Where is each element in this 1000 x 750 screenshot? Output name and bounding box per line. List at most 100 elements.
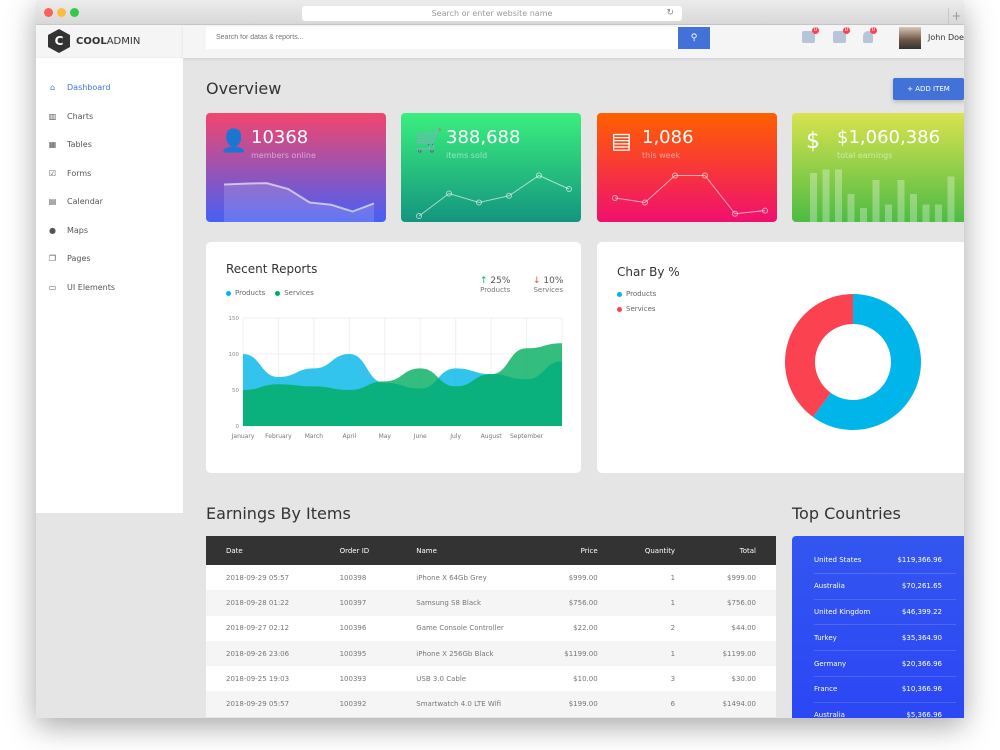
- sidebar-item-label: Tables: [67, 140, 92, 149]
- browser-titlebar: Search or enter website name ↻ +: [36, 0, 964, 25]
- page-title: Overview: [206, 79, 282, 98]
- table-row[interactable]: 2018-09-25 19:03 100393 USB 3.0 Cable $10.0…: [206, 666, 776, 692]
- table-cell: 100398: [319, 565, 397, 591]
- stat-card: 🛒 388,688 items sold: [401, 113, 581, 222]
- sidebar-item-label: Pages: [67, 254, 91, 263]
- sidebar-item-maps[interactable]: ● Maps: [48, 226, 88, 235]
- add-item-button[interactable]: + ADD ITEM: [893, 78, 964, 100]
- sidebar-icon: ●: [49, 225, 56, 235]
- sidebar-icon: ⌂: [49, 83, 56, 92]
- mini-bar: [947, 176, 955, 222]
- sidebar-item-dashboard[interactable]: ⌂ Dashboard: [48, 83, 110, 92]
- y-tick-label: 150: [229, 316, 240, 322]
- address-placeholder: Search or enter website name: [431, 9, 553, 18]
- column-header[interactable]: Total: [695, 536, 776, 565]
- table-cell: $756.00: [695, 590, 776, 616]
- sidebar-item-ui-elements[interactable]: ▭ UI Elements: [48, 283, 115, 292]
- stat-value: 10368: [251, 127, 309, 148]
- table-cell: 100395: [319, 640, 397, 667]
- earnings-title: Earnings By Items: [206, 504, 351, 523]
- column-header[interactable]: Quantity: [617, 536, 696, 565]
- user-name[interactable]: John Doe: [928, 33, 964, 42]
- country-earnings: $119,366.96: [897, 556, 942, 565]
- mini-bar: [847, 194, 855, 222]
- sidebar-item-tables[interactable]: ▦ Tables: [48, 140, 92, 149]
- minimize-window-button[interactable]: [57, 8, 66, 17]
- reload-icon[interactable]: ↻: [666, 6, 674, 21]
- country-name: Germany: [814, 659, 847, 668]
- sidebar-icon: ☑: [48, 168, 57, 178]
- top-header: ⚲ 0 0 0 John Doe: [183, 25, 964, 58]
- table-cell: $1494.00: [695, 691, 776, 717]
- table-cell: 2018-09-29 05:57: [206, 691, 320, 717]
- sidebar-item-label: Dashboard: [67, 83, 111, 92]
- country-earnings: $10,366.96: [901, 685, 942, 694]
- country-row: Turkey $35,364.90: [814, 625, 956, 652]
- search-button[interactable]: ⚲: [678, 27, 710, 49]
- bell-icon[interactable]: 0: [863, 27, 877, 43]
- sidebar-item-charts[interactable]: ▥ Charts: [48, 112, 93, 121]
- mini-bar: [835, 169, 842, 222]
- x-tick-label: September: [510, 433, 544, 440]
- mini-area: [224, 183, 374, 222]
- top-countries-panel: United States $119,366.96 Australia $70,261…: [792, 536, 964, 718]
- stat-label: total earnings: [837, 151, 893, 160]
- mini-bar: [872, 180, 880, 222]
- column-header[interactable]: Name: [396, 536, 537, 565]
- table-row[interactable]: 2018-09-26 23:06 100395 iPhone X 256Gb Bla…: [206, 640, 776, 667]
- table-cell: 1: [617, 565, 696, 591]
- country-row: United Kingdom $46,399.22: [814, 600, 956, 626]
- table-cell: 1: [617, 640, 696, 667]
- close-window-button[interactable]: [44, 8, 53, 17]
- mini-bar: [935, 204, 942, 222]
- y-tick-label: 50: [232, 388, 239, 394]
- table-cell: Game Console Controller: [396, 615, 537, 641]
- table-cell: iPhone X 64Gb Grey: [396, 565, 537, 591]
- mini-line: [418, 174, 570, 217]
- y-tick-label: 100: [229, 352, 240, 358]
- logo-icon: C: [48, 29, 70, 53]
- table-cell: $1199.00: [695, 640, 776, 667]
- search-input[interactable]: [206, 27, 679, 49]
- area-chart: 0 50 100 150 January February March April May Jun…: [229, 316, 563, 440]
- table-cell: $10.00: [536, 666, 618, 692]
- brand-name: COOLADMIN: [76, 35, 141, 47]
- mini-bar: [885, 204, 892, 222]
- country-earnings: $70,261.65: [901, 582, 942, 591]
- sidebar-item-calendar[interactable]: ▤ Calendar: [48, 197, 103, 206]
- dollar-icon: $: [806, 129, 820, 154]
- table-row[interactable]: 2018-09-29 05:57 100392 Smartwatch 4.0 LTE…: [206, 691, 776, 717]
- table-cell: 6: [617, 691, 696, 717]
- column-header[interactable]: Date: [206, 536, 320, 565]
- table-row[interactable]: 2018-09-28 01:22 100397 Samsung S8 Black $7…: [206, 590, 776, 616]
- maximize-window-button[interactable]: [70, 8, 79, 17]
- table-cell: $22.00: [536, 615, 618, 641]
- stat-value: 1,086: [642, 127, 694, 148]
- table-row[interactable]: 2018-09-27 02:12 100396 Game Console Contr…: [206, 615, 776, 641]
- mini-bar: [922, 204, 930, 222]
- table-row[interactable]: 2018-09-29 05:57 100398 iPhone X 64Gb Grey…: [206, 565, 776, 591]
- table-cell: Smartwatch 4.0 LTE Wifi: [396, 691, 537, 717]
- sidebar-icon: ▥: [48, 111, 57, 121]
- country-earnings: $35,364.90: [901, 633, 942, 642]
- address-bar[interactable]: Search or enter website name ↻: [302, 6, 682, 21]
- mini-bar: [860, 208, 867, 222]
- stat-value: 388,688: [446, 127, 521, 148]
- sidebar-item-forms[interactable]: ☑ Forms: [48, 169, 91, 178]
- x-tick-label: June: [413, 433, 427, 440]
- table-cell: 2018-09-26 23:06: [206, 640, 320, 667]
- column-header[interactable]: Price: [536, 536, 618, 565]
- new-tab-button[interactable]: +: [948, 8, 964, 25]
- sidebar-item-pages[interactable]: ❐ Pages: [48, 254, 91, 263]
- table-cell: USB 3.0 Cable: [396, 666, 537, 692]
- avatar[interactable]: [899, 27, 921, 49]
- table-cell: 2018-09-28 01:22: [206, 590, 320, 616]
- table-cell: 100393: [319, 666, 397, 692]
- earnings-table: Date Order ID Name Price Quantity Total 2018-0…: [206, 536, 776, 717]
- user-icon: 👤: [220, 129, 248, 154]
- column-header[interactable]: Order ID: [319, 536, 397, 565]
- email-icon[interactable]: 0: [833, 27, 850, 43]
- brand-logo[interactable]: C COOLADMIN: [36, 25, 183, 58]
- table-cell: 2018-09-29 05:57: [206, 565, 320, 591]
- messages-icon[interactable]: 0: [802, 27, 819, 43]
